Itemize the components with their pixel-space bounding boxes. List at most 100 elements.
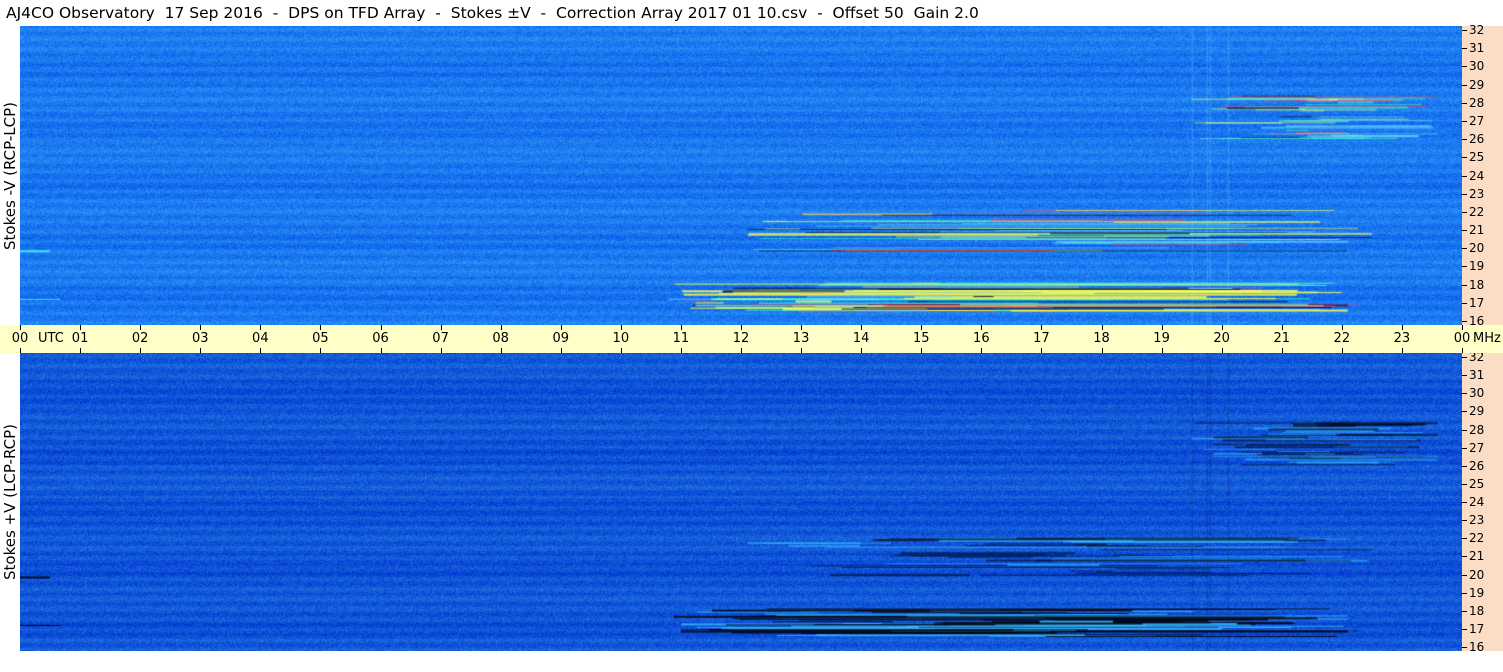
time-tick-label: 20 [1213,331,1230,346]
panel-bottom-ylabel: Stokes +V (LCP-RCP) [1,424,19,580]
time-tick [1101,325,1103,330]
frequency-tick [1462,574,1467,576]
time-tick [20,325,21,330]
frequency-tick-label: 29 [1469,404,1485,419]
time-tick [1462,325,1463,330]
frequency-tick [1462,66,1467,68]
time-tick-label: 18 [1093,331,1110,346]
frequency-tick [1462,284,1467,286]
time-tick-label: 14 [852,331,870,346]
time-tick [620,325,622,330]
time-tick [801,348,803,353]
time-tick [260,348,262,353]
time-tick-label: 02 [131,331,149,346]
time-tick-label: 03 [191,331,209,346]
frequency-tick-label: 22 [1469,531,1485,546]
frequency-tick [1462,375,1467,377]
time-tick [1041,325,1043,330]
time-tick [1221,348,1223,353]
frequency-tick [1462,393,1467,395]
time-tick [1281,348,1283,353]
frequency-tick-label: 26 [1469,132,1485,147]
time-tick [801,325,803,330]
frequency-tick-label: 21 [1469,549,1485,564]
time-tick [921,348,923,353]
time-tick [981,325,983,330]
time-tick-label: 05 [312,331,329,346]
frequency-tick-label: 30 [1469,59,1485,74]
frequency-tick [1462,502,1467,503]
time-tick [140,348,142,353]
frequency-tick-label: 31 [1469,41,1485,56]
frequency-tick [1462,102,1467,104]
frequency-tick-label: 28 [1469,422,1485,437]
spectrogram-top [20,26,1462,325]
frequency-tick-label: 18 [1469,277,1485,292]
frequency-tick [1462,175,1467,177]
time-tick [620,348,622,353]
frequency-tick-label: 24 [1469,168,1485,183]
time-tick-label: 22 [1333,331,1351,346]
time-tick-label: 16 [973,331,990,346]
frequency-tick-label: 20 [1469,241,1485,256]
time-tick [921,325,923,330]
frequency-tick-label: 18 [1469,603,1485,618]
frequency-tick [1462,592,1467,594]
frequency-tick [1462,357,1467,358]
frequency-tick-label: 25 [1469,150,1485,165]
frequency-tick [1462,193,1467,195]
frequency-tick-label: 16 [1469,640,1485,654]
time-tick-label: 06 [372,331,389,346]
time-tick [320,348,322,353]
frequency-tick [1462,120,1467,122]
frequency-tick [1462,321,1467,322]
frequency-tick-label: 27 [1469,440,1485,455]
chart-title: AJ4CO Observatory 17 Sep 2016 - DPS on T… [6,4,979,22]
time-tick [1281,325,1283,330]
time-tick [200,348,202,353]
time-tick-label: 08 [492,331,509,346]
frequency-tick [1462,211,1467,213]
frequency-tick [1462,447,1467,449]
time-tick [140,325,142,330]
time-tick [320,325,322,330]
utc-unit-label: UTC [38,331,64,346]
frequency-tick-label: 25 [1469,476,1485,491]
frequency-tick [1462,266,1467,268]
time-tick [1462,348,1463,353]
time-tick-label: 21 [1273,331,1291,346]
time-tick [741,348,742,353]
time-tick [1101,348,1103,353]
time-tick-label: 15 [912,331,930,346]
time-tick [861,348,863,353]
time-tick [981,348,983,353]
frequency-tick-label: 32 [1469,23,1485,37]
panel-top-ylabel: Stokes -V (RCP-LCP) [1,102,19,250]
frequency-tick-label: 17 [1469,621,1485,636]
time-tick [1221,325,1223,330]
time-tick [560,348,562,353]
time-tick [500,348,502,353]
time-tick-label: 13 [792,331,810,346]
frequency-tick-label: 29 [1469,77,1485,92]
time-tick-label: 04 [252,331,269,346]
frequency-tick [1462,302,1467,304]
frequency-tick-label: 24 [1469,495,1485,509]
time-tick [1401,348,1403,353]
frequency-tick [1462,30,1467,31]
time-tick-label: 01 [71,331,89,346]
frequency-tick-label: 30 [1469,386,1485,401]
frequency-tick-label: 26 [1469,458,1485,473]
time-tick-label: 17 [1033,331,1050,346]
frequency-tick [1462,411,1467,413]
frequency-tick [1462,84,1467,86]
frequency-tick [1462,230,1467,232]
spectrogram-top-canvas [20,26,1462,325]
frequency-tick [1462,647,1467,648]
time-tick [200,325,202,330]
mhz-unit-label: MHz [1473,331,1501,346]
time-tick [500,325,502,330]
frequency-tick-label: 31 [1469,368,1485,383]
time-tick-label: 10 [612,331,630,346]
time-tick [1041,348,1043,353]
